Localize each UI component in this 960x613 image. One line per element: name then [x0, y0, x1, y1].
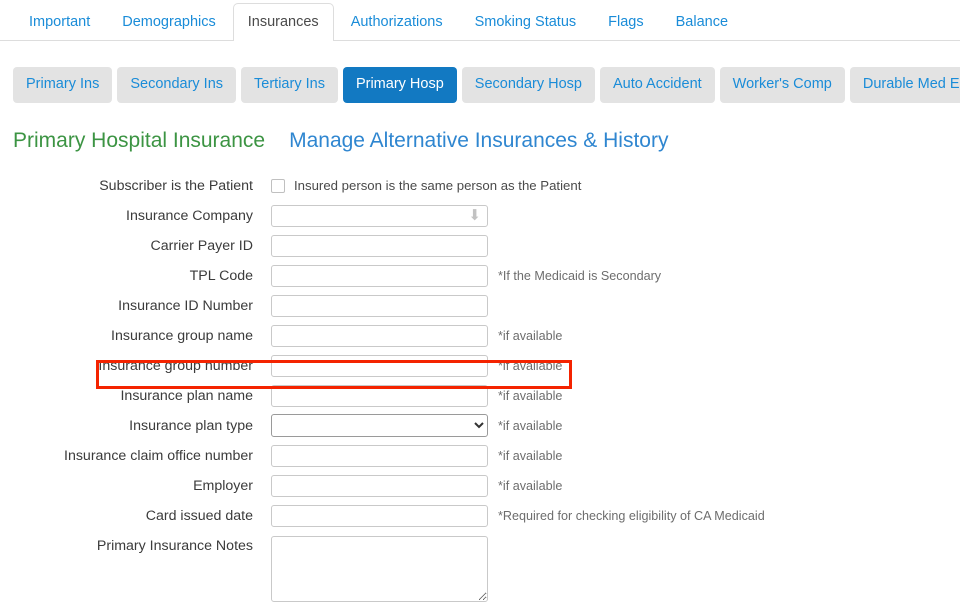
subtab-secondary-hosp[interactable]: Secondary Hosp	[461, 67, 595, 103]
insurance-company-combobox[interactable]: ⬇	[271, 204, 488, 227]
label-card-issued-date: Card issued date	[145, 507, 253, 524]
hint-card-issued-date: *Required for checking eligibility of CA…	[498, 508, 765, 523]
insurance-company-control: ⬇	[271, 204, 488, 227]
row-insurance-group-name: Insurance group name *if available	[0, 321, 960, 351]
insurance-plan-name-control	[271, 384, 488, 407]
tab-label: Demographics	[122, 13, 216, 30]
insurance-subtab-bar: Primary Ins Secondary Ins Tertiary Ins P…	[0, 41, 960, 103]
hint-insurance-plan-type: *if available	[498, 418, 563, 433]
insurance-group-number-control	[271, 354, 488, 377]
row-employer: Employer *if available	[0, 471, 960, 501]
label-carrier-payer-id: Carrier Payer ID	[150, 237, 254, 254]
subscriber-checkbox-label: Insured person is the same person as the…	[294, 178, 582, 193]
insurance-id-number-input[interactable]	[271, 294, 488, 317]
carrier-payer-id-input[interactable]	[271, 234, 488, 257]
insurance-plan-type-select[interactable]	[271, 414, 488, 437]
hint-tpl-code: *If the Medicaid is Secondary	[498, 268, 662, 283]
section-heading-row: Primary Hospital Insurance Manage Altern…	[0, 103, 960, 153]
label-tpl-code: TPL Code	[189, 267, 253, 284]
row-primary-insurance-notes: Primary Insurance Notes	[0, 535, 960, 602]
tab-label: Flags	[608, 13, 644, 30]
card-issued-date-control	[271, 504, 488, 527]
carrier-payer-id-control	[271, 234, 488, 257]
tab-balance[interactable]: Balance	[661, 3, 743, 42]
subtab-durable-med-eqpt[interactable]: Durable Med Eqpt	[849, 67, 960, 103]
main-tab-bar: Important Demographics Insurances Author…	[0, 0, 960, 41]
label-subscriber-is-patient: Subscriber is the Patient	[99, 177, 253, 194]
label-insurance-claim-office-number: Insurance claim office number	[64, 447, 253, 464]
subtab-tertiary-ins[interactable]: Tertiary Ins	[241, 67, 338, 103]
tab-label: Important	[29, 13, 91, 30]
label-insurance-group-name: Insurance group name	[111, 327, 253, 344]
subtab-primary-ins[interactable]: Primary Ins	[13, 67, 113, 103]
tab-important[interactable]: Important	[14, 3, 105, 42]
label-insurance-group-number: Insurance group number	[98, 357, 253, 374]
label-insurance-id-number: Insurance ID Number	[118, 297, 253, 314]
row-insurance-plan-name: Insurance plan name *if available	[0, 381, 960, 411]
insurance-claim-office-number-input[interactable]	[271, 444, 488, 467]
employer-control	[271, 474, 488, 497]
row-insurance-group-number: Insurance group number *if available	[0, 351, 960, 381]
insurance-group-name-control	[271, 324, 488, 347]
row-insurance-company: Insurance Company ⬇	[0, 201, 960, 231]
tab-insurances[interactable]: Insurances	[232, 2, 334, 41]
arrow-down-icon: ⬇	[468, 207, 481, 224]
label-insurance-plan-type: Insurance plan type	[129, 417, 253, 434]
tab-label: Insurances	[247, 13, 319, 30]
tab-authorizations[interactable]: Authorizations	[336, 3, 458, 42]
insurance-plan-type-control	[271, 414, 488, 437]
insurance-claim-office-number-control	[271, 444, 488, 467]
hint-insurance-plan-name: *if available	[498, 388, 563, 403]
tpl-code-input[interactable]	[271, 264, 488, 287]
subtab-secondary-ins[interactable]: Secondary Ins	[117, 67, 237, 103]
tab-label: Authorizations	[350, 13, 443, 30]
hint-insurance-group-number: *if available	[498, 358, 563, 373]
row-insurance-id-number: Insurance ID Number	[0, 291, 960, 321]
insurance-id-number-control	[271, 294, 488, 317]
tpl-code-control	[271, 264, 488, 287]
primary-insurance-notes-control	[271, 535, 488, 602]
subtab-workers-comp[interactable]: Worker's Comp	[719, 67, 845, 103]
label-employer: Employer	[193, 477, 253, 494]
employer-input[interactable]	[271, 474, 488, 497]
tab-demographics[interactable]: Demographics	[107, 3, 231, 42]
tab-label: Balance	[675, 13, 729, 30]
subtab-primary-hosp[interactable]: Primary Hosp	[342, 67, 457, 103]
tab-smoking-status[interactable]: Smoking Status	[460, 3, 592, 42]
page-title: Primary Hospital Insurance	[13, 128, 266, 152]
hint-insurance-claim-office-number: *if available	[498, 448, 563, 463]
hint-insurance-group-name: *if available	[498, 328, 563, 343]
insurance-plan-name-input[interactable]	[271, 384, 488, 407]
insurance-group-name-input[interactable]	[271, 324, 488, 347]
card-issued-date-input[interactable]	[271, 504, 488, 527]
row-insurance-plan-type: Insurance plan type *if available	[0, 411, 960, 441]
manage-alternative-insurances-link[interactable]: Manage Alternative Insurances & History	[289, 129, 668, 153]
hint-employer: *if available	[498, 478, 563, 493]
tab-label: Smoking Status	[474, 13, 577, 30]
subscriber-is-patient-checkbox[interactable]	[271, 178, 285, 193]
row-tpl-code: TPL Code *If the Medicaid is Secondary	[0, 261, 960, 291]
subscriber-checkbox-group: Insured person is the same person as the…	[271, 178, 581, 193]
row-card-issued-date: Card issued date *Required for checking …	[0, 501, 960, 531]
insurance-group-number-input[interactable]	[271, 354, 488, 377]
tab-flags[interactable]: Flags	[593, 3, 658, 42]
primary-hospital-insurance-form: Subscriber is the Patient Insured person…	[0, 171, 960, 602]
row-subscriber-is-patient: Subscriber is the Patient Insured person…	[0, 171, 960, 201]
row-insurance-claim-office-number: Insurance claim office number *if availa…	[0, 441, 960, 471]
row-carrier-payer-id: Carrier Payer ID	[0, 231, 960, 261]
label-insurance-plan-name: Insurance plan name	[120, 387, 253, 404]
primary-insurance-notes-textarea[interactable]	[271, 535, 488, 602]
label-primary-insurance-notes: Primary Insurance Notes	[96, 537, 253, 554]
subtab-auto-accident[interactable]: Auto Accident	[599, 67, 715, 103]
label-insurance-company: Insurance Company	[126, 207, 253, 224]
